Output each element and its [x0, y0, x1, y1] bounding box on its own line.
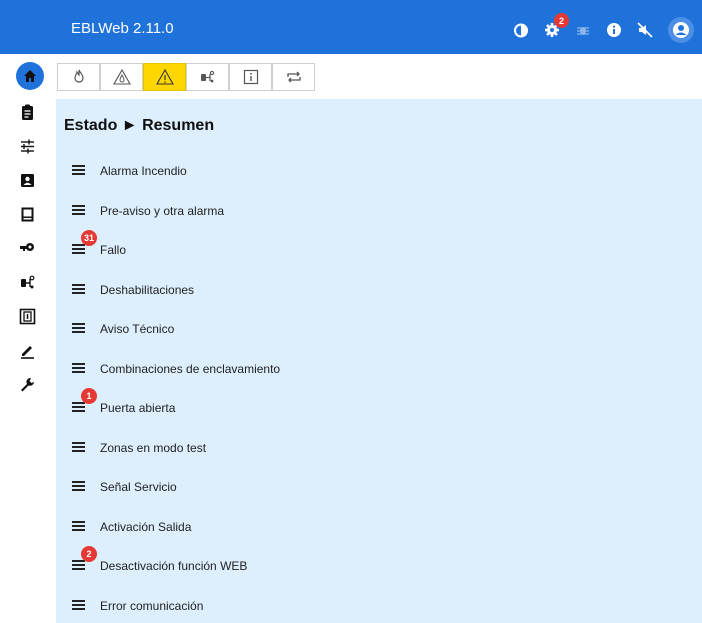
contact-card-icon[interactable] [15, 168, 39, 192]
list-item[interactable]: Activación Salida [56, 513, 656, 543]
tab-info[interactable] [229, 63, 272, 91]
list-item[interactable]: Aviso Técnico [56, 315, 656, 345]
network-icon[interactable] [15, 270, 39, 294]
count-badge: 31 [81, 230, 98, 246]
list-item-label: Deshabilitaciones [100, 282, 195, 297]
list-icon [72, 323, 85, 335]
mute-icon[interactable] [637, 22, 653, 38]
list-item-label: Puerta abierta [100, 401, 176, 415]
list-item[interactable]: Alarma Incendio [56, 157, 656, 187]
list-item-label: Pre-aviso y otra alarma [100, 203, 225, 218]
list-item-label: Señal Servicio [100, 480, 177, 494]
list-icon [72, 481, 85, 493]
list-icon [72, 244, 85, 256]
gear-badge: 2 [554, 13, 569, 28]
gear-icon[interactable]: 2 [544, 13, 569, 38]
tab-pre-alarm[interactable] [100, 63, 143, 91]
info-icon [243, 69, 258, 85]
network-icon [200, 70, 214, 83]
clipboard-icon[interactable] [15, 100, 39, 124]
wrench-icon[interactable] [15, 372, 39, 396]
list-item-label: Combinaciones de enclavamiento [100, 361, 281, 376]
bug-icon[interactable] [575, 22, 591, 38]
list-item[interactable]: Error comunicación [56, 592, 656, 622]
pencil-icon[interactable] [15, 338, 39, 362]
list-item[interactable]: Combinaciones de enclavamiento [56, 355, 656, 385]
status-panel: Estado ► Resumen Alarma Incendio Pre-avis… [56, 99, 702, 623]
list-item-label: Fallo [100, 243, 127, 257]
panel-icon[interactable] [15, 202, 39, 226]
list-item-label: Activación Salida [100, 519, 192, 534]
top-bar: EBLWeb 2.11.0 2 [0, 0, 702, 54]
list-icon [72, 520, 85, 533]
user-icon[interactable] [668, 17, 694, 43]
list-item-label: Zonas en modo test [100, 440, 207, 455]
list-icon [72, 402, 85, 414]
io-module-icon[interactable] [15, 304, 39, 328]
list-icon [72, 204, 85, 217]
list-item[interactable]: Deshabilitaciones [56, 276, 656, 306]
list-icon [72, 441, 85, 454]
list-item-label: Desactivación función WEB [100, 559, 248, 573]
status-tabs [57, 63, 315, 91]
home-icon[interactable] [16, 62, 44, 90]
info-icon[interactable] [606, 22, 622, 38]
list-item[interactable]: Desactivación función WEB 2 [56, 546, 656, 582]
sidebar [0, 54, 52, 623]
repeat-icon [286, 71, 301, 83]
sliders-icon[interactable] [15, 134, 39, 158]
list-item[interactable]: Señal Servicio [56, 473, 656, 503]
tab-warning[interactable] [143, 63, 186, 91]
count-badge: 1 [81, 388, 97, 404]
tab-repeat[interactable] [272, 63, 315, 91]
list-icon [72, 599, 85, 612]
count-badge: 2 [81, 546, 97, 562]
list-item-label: Aviso Técnico [100, 322, 175, 336]
list-item-label: Error comunicación [100, 598, 204, 613]
list-item-label: Alarma Incendio [100, 164, 187, 178]
list-icon [72, 362, 85, 375]
list-item[interactable]: Puerta abierta 1 [56, 388, 656, 424]
list-item[interactable]: Pre-aviso y otra alarma [56, 197, 656, 227]
list-icon [72, 560, 85, 572]
tab-fire[interactable] [57, 63, 100, 91]
pre-alarm-icon [112, 68, 131, 85]
list-icon [72, 283, 85, 296]
app-title: EBLWeb 2.11.0 [71, 20, 174, 37]
page-title: Estado ► Resumen [64, 117, 215, 134]
list-icon [72, 165, 85, 177]
top-icon-bar: 2 [513, 13, 694, 43]
key-icon[interactable] [15, 236, 39, 260]
list-item[interactable]: Fallo 31 [56, 230, 656, 266]
tab-network[interactable] [186, 63, 229, 91]
drop-icon[interactable] [513, 22, 529, 38]
fire-icon [73, 69, 84, 83]
warning-icon [155, 68, 174, 85]
list-item[interactable]: Zonas en modo test [56, 434, 656, 464]
